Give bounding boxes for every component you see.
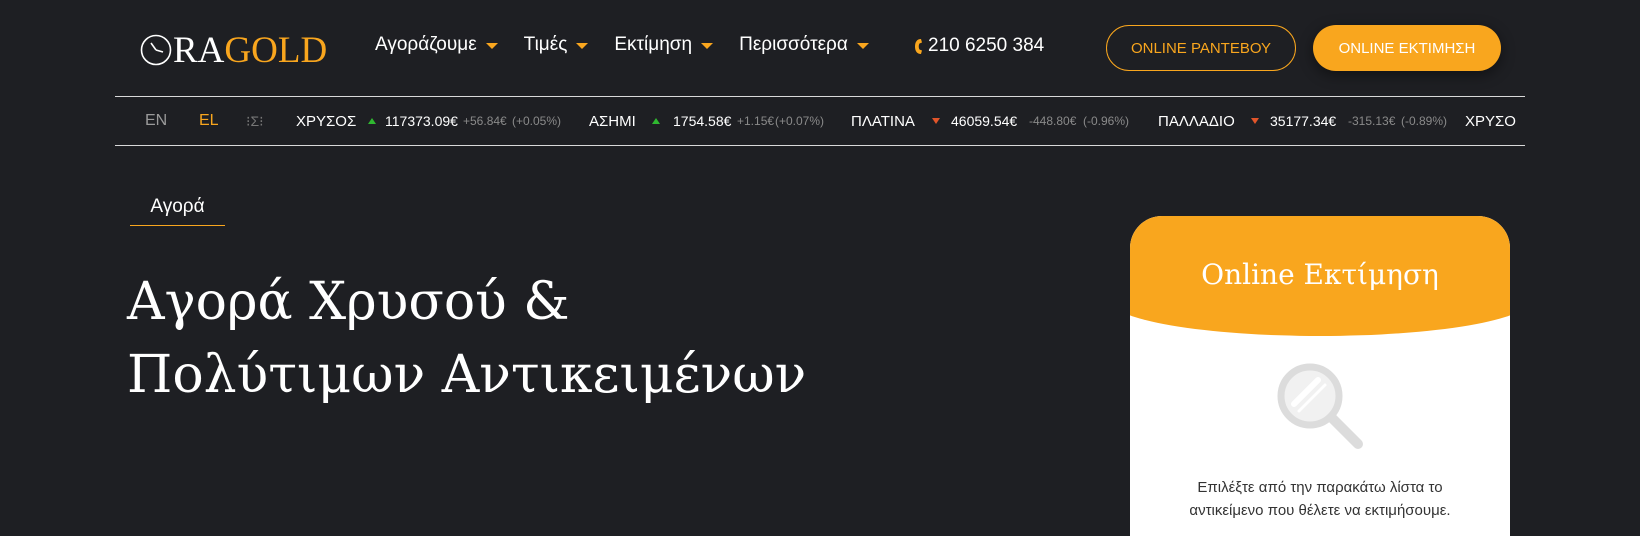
card-description-line: Επιλέξτε από την παρακάτω λίστα το [1197, 479, 1443, 496]
online-appointment-button[interactable]: ONLINE ΡΑΝΤΕΒΟΥ [1106, 25, 1296, 71]
ticker-item-price: 35177.34€ [1270, 113, 1337, 129]
online-estimate-card: Online Εκτίμηση Επιλέξτε από την παρακάτ… [1130, 216, 1510, 536]
ticker-item-percent: (+0.05%) [512, 114, 562, 128]
language-en[interactable]: EN [145, 97, 167, 145]
ticker-item-change: -448.80€ [1029, 114, 1077, 128]
nav-item-estimation[interactable]: Εκτίμηση [614, 34, 714, 56]
online-estimate-button[interactable]: ONLINE ΕΚΤΙΜΗΣΗ [1313, 25, 1501, 71]
nav-item-prices[interactable]: Τιμές [524, 34, 589, 56]
page-title-line: Πολύτιμων Αντικειμένων [127, 345, 807, 405]
logo-text-ra: RA [173, 29, 225, 71]
phone-icon [915, 38, 922, 54]
main-nav: Αγοράζουμε Τιμές Εκτίμηση Περισσότερα [375, 34, 895, 56]
nav-item-more[interactable]: Περισσότερα [739, 34, 869, 56]
nav-item-label: Περισσότερα [739, 34, 848, 55]
ticker-item-name: ΧΡΥΣΟΣ [296, 112, 357, 130]
price-ticker-bar: EN EL ⁝Σ⁝ ΧΡΥΣΟΣ 117373.09€ +56.84€ (+0.… [115, 96, 1525, 146]
ticker-item-name: ΠΛΑΤΙΝΑ [851, 112, 915, 130]
ticker-item-percent: (+0.07%) [775, 114, 825, 128]
page-title-line: Αγορά Χρυσού & [127, 272, 570, 332]
chevron-down-icon [576, 43, 589, 49]
nav-item-buy[interactable]: Αγοράζουμε [375, 34, 498, 56]
trend-down-icon [932, 97, 940, 145]
nav-item-label: Τιμές [523, 34, 568, 55]
logo-text-gold: GOLD [224, 29, 328, 71]
breadcrumb-label: Αγορά [150, 196, 205, 217]
nav-item-label: Αγοράζουμε [375, 34, 477, 55]
ticker-item-price: 117373.09€ [385, 113, 458, 129]
ticker-item-name: ΠΑΛΛΑΔΙΟ [1158, 112, 1235, 130]
chevron-down-icon [485, 43, 498, 49]
ticker-item-price: 1754.58€ [673, 113, 732, 129]
card-description: Επιλέξτε από την παρακάτω λίστα το αντικ… [1130, 476, 1510, 522]
phone-link[interactable]: 210 6250 384 [913, 35, 1044, 57]
ticker-item-name: ΧΡΥΣΟ [1465, 112, 1516, 130]
trend-up-icon [368, 97, 376, 145]
ticker-item-change: +56.84€ [463, 114, 507, 128]
ticker-icon: ⁝Σ⁝ [246, 112, 264, 129]
card-description-line: αντικείμενο που θέλετε να εκτιμήσουμε. [1189, 502, 1451, 519]
chevron-down-icon [856, 43, 869, 49]
clock-icon [140, 34, 172, 66]
trend-down-icon [1251, 97, 1259, 145]
page-title: Αγορά Χρυσού & Πολύτιμων Αντικειμένων [127, 266, 806, 412]
ticker-item-price: 46059.54€ [951, 113, 1018, 129]
card-title: Online Εκτίμηση [1201, 258, 1439, 291]
ticker-item-name: ΑΣΗΜΙ [589, 112, 636, 130]
ticker-item-change: +1.15€ [737, 114, 775, 128]
trend-up-icon [652, 97, 660, 145]
phone-number: 210 6250 384 [928, 35, 1045, 56]
ticker-item-change: -315.13€ [1348, 114, 1396, 128]
nav-item-label: Εκτίμηση [614, 34, 693, 55]
chevron-down-icon [701, 43, 714, 49]
site-logo[interactable]: RA GOLD [140, 29, 328, 71]
magnifier-icon [1277, 363, 1363, 449]
language-el[interactable]: EL [199, 97, 219, 145]
breadcrumb[interactable]: Αγορά [130, 196, 225, 226]
ticker-item-percent: (-0.96%) [1083, 114, 1130, 128]
ticker-item-percent: (-0.89%) [1401, 114, 1448, 128]
